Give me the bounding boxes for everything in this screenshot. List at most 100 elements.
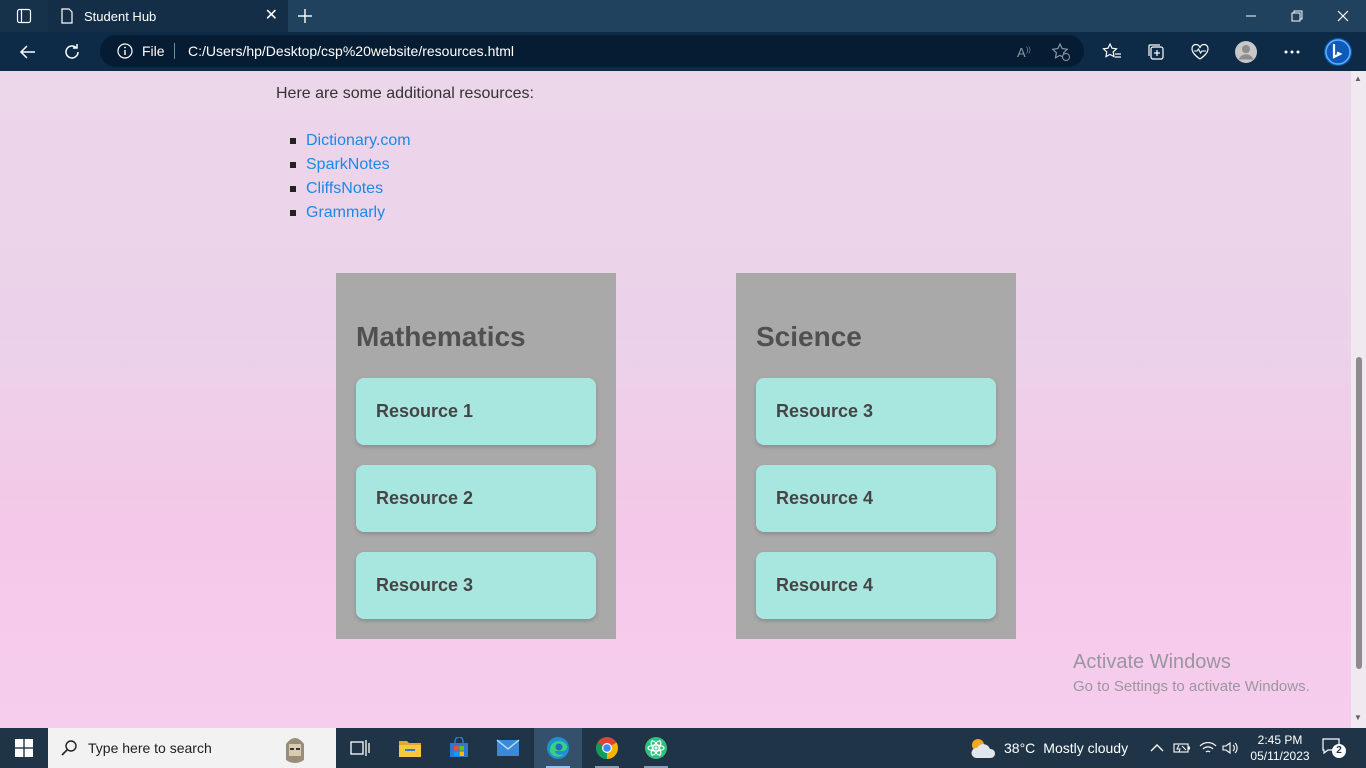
task-view-icon (350, 740, 370, 756)
start-button[interactable] (0, 728, 48, 768)
resource-button[interactable]: Resource 3 (356, 552, 596, 619)
bullet (290, 210, 296, 216)
address-divider (174, 43, 175, 59)
close-window-button[interactable] (1320, 0, 1366, 32)
task-view-button[interactable] (336, 728, 384, 768)
taskbar: Type here to search 38°C Mostly cloudy 2… (0, 728, 1366, 768)
info-icon[interactable] (117, 43, 133, 59)
search-icon (61, 740, 77, 756)
weather-condition: Mostly cloudy (1043, 740, 1129, 756)
vertical-scrollbar[interactable]: ▲ ▼ (1351, 71, 1366, 728)
scroll-thumb[interactable] (1356, 357, 1362, 669)
microsoft-store-button[interactable] (435, 728, 483, 768)
bing-icon (1324, 38, 1352, 66)
plus-icon (298, 9, 312, 23)
system-clock[interactable]: 2:45 PM 05/11/2023 (1248, 732, 1312, 764)
collections-icon (1148, 44, 1164, 60)
weather-widget[interactable]: 38°C Mostly cloudy (968, 728, 1128, 768)
show-hidden-icons-button[interactable] (1150, 728, 1164, 768)
list-item: Dictionary.com (290, 129, 411, 153)
new-tab-button[interactable] (292, 4, 318, 28)
back-button[interactable] (12, 36, 44, 68)
watermark-title: Activate Windows (1073, 651, 1231, 673)
chrome-button[interactable] (583, 728, 631, 768)
volume-tray-button[interactable] (1222, 728, 1240, 768)
close-tab-icon[interactable]: ✕ (265, 7, 278, 25)
tab-actions-button[interactable] (0, 0, 48, 32)
link-sparknotes[interactable]: SparkNotes (306, 156, 390, 174)
chevron-up-icon (1150, 744, 1164, 752)
atom-editor-button[interactable] (632, 728, 680, 768)
subject-title: Science (756, 321, 862, 352)
scroll-up-icon[interactable]: ▲ (1354, 74, 1362, 83)
minimize-button[interactable] (1228, 0, 1274, 32)
link-dictionary[interactable]: Dictionary.com (306, 132, 411, 150)
search-placeholder: Type here to search (88, 740, 212, 756)
more-options-icon (1284, 50, 1300, 54)
search-highlight-illustration (286, 738, 304, 763)
collections-button[interactable] (1140, 36, 1172, 68)
settings-menu-button[interactable] (1276, 36, 1308, 68)
mail-button[interactable] (484, 728, 532, 768)
subject-card-science: Science Resource 3 Resource 4 Resource 4 (736, 273, 1016, 639)
folder-icon (399, 741, 421, 757)
back-arrow-icon (19, 45, 35, 59)
list-item: CliffsNotes (290, 177, 411, 201)
scroll-down-icon[interactable]: ▼ (1354, 713, 1362, 722)
bing-copilot-button[interactable] (1322, 36, 1354, 68)
resource-links-list: Dictionary.com SparkNotes CliffsNotes Gr… (290, 129, 411, 225)
subject-title: Mathematics (356, 321, 526, 352)
avatar-icon (1235, 41, 1257, 63)
refresh-button[interactable] (56, 36, 88, 68)
activate-windows-watermark: Activate Windows Go to Settings to activ… (1073, 651, 1310, 695)
cloudy-weather-icon (971, 739, 996, 758)
store-icon (450, 737, 468, 757)
browser-toolbar: File C:/Users/hp/Desktop/csp%20website/r… (0, 32, 1366, 71)
page-viewport: Here are some additional resources: Dict… (0, 71, 1351, 728)
resource-button[interactable]: Resource 3 (756, 378, 996, 445)
clock-time: 2:45 PM (1257, 733, 1303, 747)
watermark-subtitle: Go to Settings to activate Windows. (1073, 678, 1310, 695)
bullet (290, 162, 296, 168)
taskbar-search-box[interactable]: Type here to search (48, 728, 336, 768)
atom-icon (645, 737, 667, 759)
chrome-icon (596, 737, 618, 759)
battery-tray-button[interactable] (1173, 728, 1191, 768)
browser-essentials-button[interactable] (1184, 36, 1216, 68)
link-cliffsnotes[interactable]: CliffsNotes (306, 180, 383, 198)
network-tray-button[interactable] (1199, 728, 1217, 768)
notification-center-button[interactable]: 2 (1322, 738, 1346, 758)
resources-intro: Here are some additional resources: (276, 85, 534, 102)
favorites-button[interactable] (1096, 36, 1128, 68)
wifi-icon (1199, 742, 1217, 753)
speaker-icon (1222, 741, 1238, 755)
resource-button[interactable]: Resource 4 (756, 465, 996, 532)
refresh-icon (65, 44, 79, 59)
svg-text:A: A (1017, 45, 1026, 60)
resource-button[interactable]: Resource 1 (356, 378, 596, 445)
url-text[interactable]: C:/Users/hp/Desktop/csp%20website/resour… (188, 43, 514, 59)
link-grammarly[interactable]: Grammarly (306, 204, 385, 222)
page-icon (61, 8, 73, 24)
mail-icon (496, 739, 520, 756)
svg-text:)): )) (1026, 47, 1031, 54)
read-aloud-icon[interactable]: A)) (1014, 41, 1036, 63)
browser-tab-active[interactable]: Student Hub ✕ (48, 0, 288, 32)
windows-logo-icon (15, 739, 33, 757)
restore-button[interactable] (1274, 0, 1320, 32)
file-explorer-button[interactable] (386, 728, 434, 768)
bullet (290, 138, 296, 144)
resource-button[interactable]: Resource 4 (756, 552, 996, 619)
resource-button[interactable]: Resource 2 (356, 465, 596, 532)
bullet (290, 186, 296, 192)
list-item: SparkNotes (290, 153, 411, 177)
edge-browser-button[interactable] (534, 728, 582, 768)
profile-button[interactable] (1230, 36, 1262, 68)
add-favorite-icon[interactable] (1050, 41, 1072, 63)
battery-charging-icon (1173, 743, 1190, 753)
site-scheme-label[interactable]: File (142, 43, 165, 59)
notification-count-badge: 2 (1332, 744, 1346, 758)
weather-temperature: 38°C (1004, 740, 1036, 756)
minimize-icon (1246, 15, 1256, 17)
address-bar[interactable]: File C:/Users/hp/Desktop/csp%20website/r… (100, 35, 1084, 67)
